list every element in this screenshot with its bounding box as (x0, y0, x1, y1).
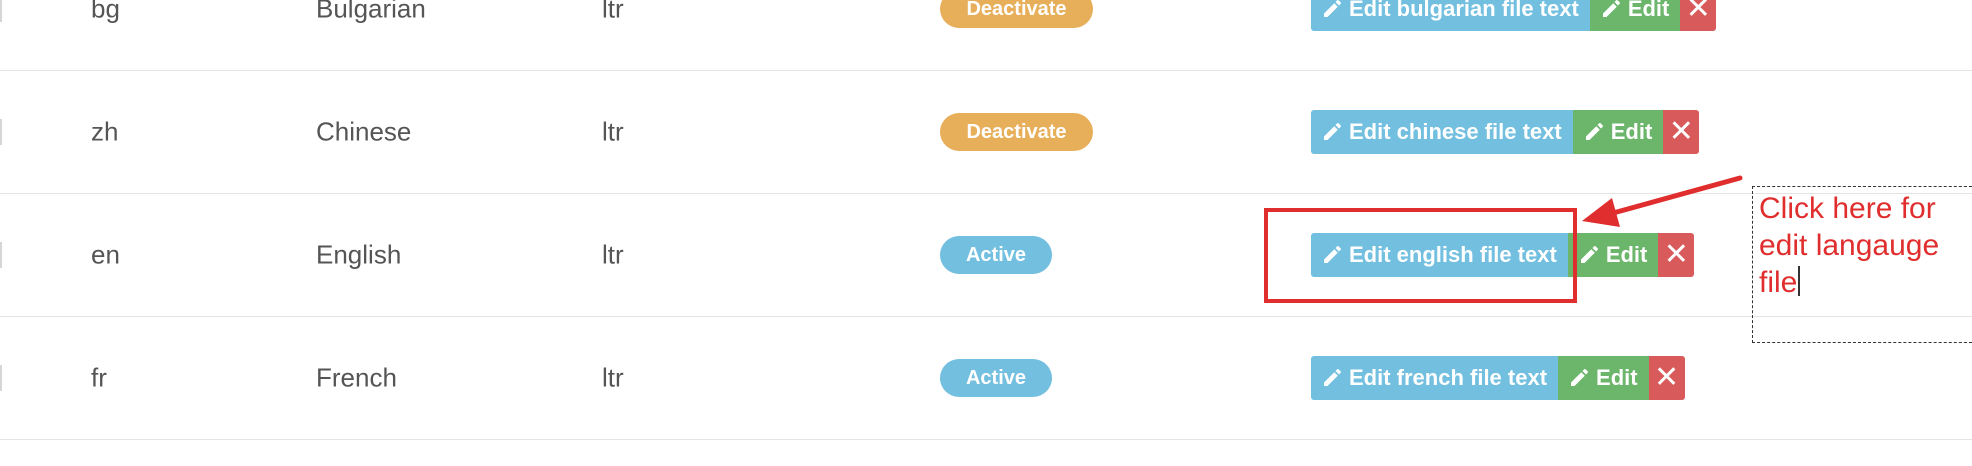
edit-label: Edit (1596, 365, 1638, 390)
annotation-line: edit langauge (1759, 229, 1940, 262)
pencil-icon (1602, 0, 1620, 17)
edit-file-text-button[interactable]: Edit french file text (1311, 356, 1559, 400)
status-toggle-button[interactable]: Active (940, 236, 1052, 274)
pencil-icon (1571, 369, 1589, 386)
language-code: bg (91, 0, 120, 24)
pencil-icon (1324, 369, 1341, 386)
delete-button[interactable]: ✕ (1663, 110, 1700, 154)
language-direction: ltr (602, 362, 624, 393)
annotation-line: file (1759, 266, 1798, 299)
table-row: fr French ltr Active Edit french file te… (0, 317, 1972, 440)
status-toggle-button[interactable]: Deactivate (940, 0, 1093, 28)
row-edge-marker (0, 119, 2, 145)
edit-button[interactable]: Edit (1558, 356, 1649, 400)
language-code: zh (91, 116, 119, 147)
row-actions: Edit bulgarian file text Edit ✕ (1311, 0, 1717, 31)
edit-label: Edit (1610, 119, 1653, 144)
delete-button[interactable]: ✕ (1658, 233, 1695, 277)
language-direction: ltr (602, 239, 624, 270)
edit-button[interactable]: Edit (1567, 233, 1659, 277)
language-name: Bulgarian (316, 0, 426, 24)
edit-file-text-label: Edit french file text (1349, 365, 1548, 390)
edit-button[interactable]: Edit (1589, 0, 1681, 31)
pencil-icon (1585, 123, 1603, 140)
text-cursor (1798, 266, 1801, 296)
pencil-icon (1580, 246, 1598, 263)
edit-label: Edit (1605, 242, 1648, 267)
edit-file-text-button[interactable]: Edit chinese file text (1311, 110, 1573, 154)
close-icon: ✕ (1668, 115, 1694, 148)
language-name: English (316, 239, 402, 270)
language-code: en (91, 239, 120, 270)
language-direction: ltr (602, 116, 624, 147)
delete-button[interactable]: ✕ (1680, 0, 1717, 31)
language-name: Chinese (316, 116, 412, 147)
status-toggle-button[interactable]: Deactivate (940, 113, 1093, 151)
pencil-icon (1324, 0, 1341, 17)
row-edge-marker (0, 0, 2, 22)
language-name: French (316, 362, 397, 393)
language-direction: ltr (602, 0, 624, 24)
edit-file-text-button[interactable]: Edit bulgarian file text (1311, 0, 1590, 31)
row-actions: Edit chinese file text Edit ✕ (1311, 110, 1700, 154)
delete-button[interactable]: ✕ (1648, 356, 1685, 400)
status-toggle-button[interactable]: Active (940, 359, 1052, 397)
language-code: fr (91, 362, 107, 393)
edit-label: Edit (1627, 0, 1670, 21)
edit-button[interactable]: Edit (1572, 110, 1664, 154)
highlight-box (1264, 208, 1577, 303)
edit-file-text-label: Edit bulgarian file text (1349, 0, 1579, 21)
close-icon: ✕ (1685, 0, 1711, 25)
row-edge-marker (0, 365, 2, 391)
close-icon: ✕ (1663, 238, 1689, 271)
pencil-icon (1324, 123, 1341, 140)
arrow-icon (1582, 175, 1743, 227)
annotation-last-line: file (1759, 264, 1970, 301)
close-icon: ✕ (1654, 361, 1680, 394)
row-actions: Edit french file text Edit ✕ (1311, 356, 1685, 400)
annotation-note[interactable]: Click here for edit langauge file (1752, 186, 1972, 343)
annotation-line: Click here for (1759, 192, 1936, 225)
row-edge-marker (0, 242, 2, 268)
edit-file-text-label: Edit chinese file text (1349, 119, 1562, 144)
table-row: bg Bulgarian ltr Deactivate Edit bulgari… (0, 0, 1972, 71)
